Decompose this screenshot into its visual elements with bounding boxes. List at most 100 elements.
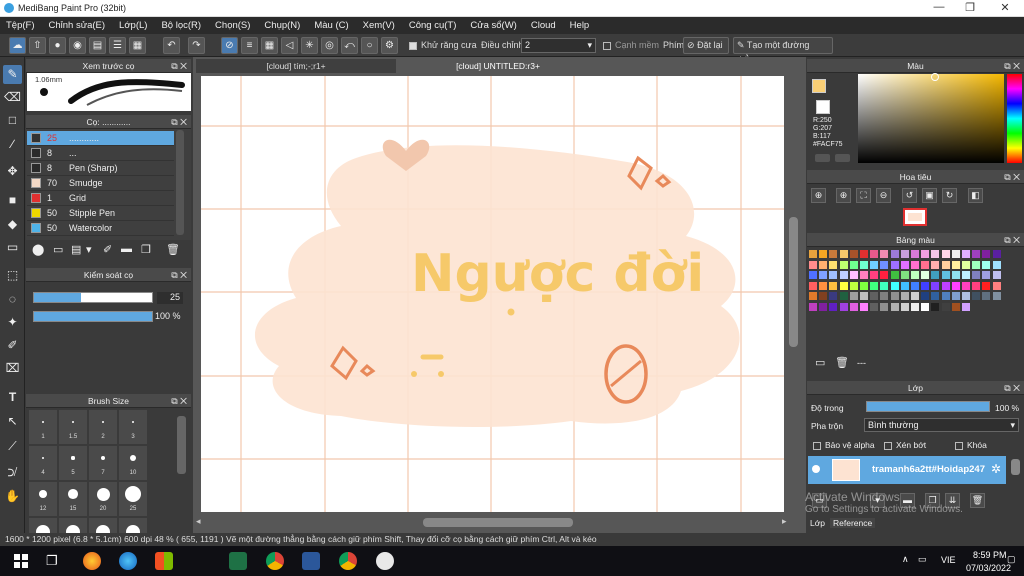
clock-date[interactable]: 07/03/2022 [966, 563, 1011, 573]
palette-swatch[interactable] [982, 292, 991, 300]
white-swatch[interactable] [816, 100, 830, 114]
palette-swatch[interactable] [809, 250, 817, 258]
close-button[interactable]: ✕ [990, 1, 1020, 14]
brush-item[interactable]: 8 Pen (Sharp) [27, 161, 174, 176]
palette-swatch[interactable] [839, 302, 848, 311]
copy-brush-icon[interactable]: ▤ [71, 243, 81, 256]
palette-swatch[interactable] [911, 281, 919, 290]
palette-swatch[interactable] [931, 250, 940, 258]
brush-size-cell[interactable]: 25 [119, 482, 147, 516]
palette-add-icon[interactable]: ▭ [815, 356, 825, 369]
palette-swatch[interactable] [931, 292, 940, 300]
palette-swatch[interactable] [951, 302, 960, 311]
clock-time[interactable]: 8:59 PM [973, 550, 1007, 560]
new-brush-icon[interactable]: ▭ [53, 243, 63, 256]
palette-swatch[interactable] [880, 281, 889, 290]
word-icon[interactable] [302, 552, 320, 570]
line-tool-icon[interactable]: ∕ [3, 135, 22, 154]
palette-swatch[interactable] [829, 260, 838, 269]
menu-snap[interactable]: Chụp(N) [264, 20, 300, 31]
chat-icon[interactable]: ◉ [69, 37, 86, 54]
palette-swatch[interactable] [819, 250, 828, 258]
layer-settings-icon[interactable]: ✲ [991, 462, 1001, 476]
palette-swatch[interactable] [931, 281, 940, 290]
gradient-tool-icon[interactable]: ▭ [3, 238, 22, 257]
notification-icon[interactable]: ▢ [1007, 554, 1016, 565]
brush-size-cell[interactable]: 7 [89, 446, 117, 480]
palette-swatch[interactable] [870, 281, 879, 290]
palette-swatch[interactable] [809, 260, 817, 269]
trash-icon[interactable]: 🗑 [166, 243, 180, 256]
palette-swatch[interactable] [900, 250, 909, 258]
scroll-left-icon[interactable]: ◂ [196, 516, 201, 527]
brush-size-cell[interactable]: 12 [29, 482, 57, 516]
palette-swatch[interactable] [860, 271, 868, 279]
palette-swatch[interactable] [972, 292, 981, 300]
palette-swatch[interactable] [941, 271, 950, 279]
palette-swatch[interactable] [890, 250, 899, 258]
dropper-icon[interactable]: ⟉ [3, 463, 22, 482]
tab-layers[interactable]: Lớp [810, 518, 825, 528]
rotate-left-icon[interactable]: ↺ [902, 188, 917, 203]
palette-swatch[interactable] [992, 292, 1001, 300]
palette-swatch[interactable] [941, 250, 950, 258]
chrome-icon[interactable] [266, 552, 284, 570]
minimize-button[interactable]: — [924, 1, 954, 13]
brush-item[interactable]: 8... [27, 146, 174, 161]
palette-swatch[interactable] [860, 292, 868, 300]
palette-swatch[interactable] [972, 250, 981, 258]
palette-swatch[interactable] [809, 281, 817, 290]
brush-item[interactable]: 50 Stipple Pen [27, 206, 174, 221]
add-brush-icon[interactable]: ⬤ [32, 243, 44, 256]
palette-swatch[interactable] [982, 250, 991, 258]
palette-swatch[interactable] [900, 281, 909, 290]
rectangle-tool-icon[interactable]: ■ [3, 191, 22, 210]
palette-swatch[interactable] [900, 260, 909, 269]
palette-swatch[interactable] [829, 281, 838, 290]
palette-swatch[interactable] [860, 281, 868, 290]
panel-close-icon[interactable]: ⧉ ✕ [1004, 59, 1020, 73]
list-icon[interactable]: ☰ [109, 37, 126, 54]
hand-tool-icon[interactable]: ✋ [3, 487, 22, 506]
palette-swatch[interactable] [860, 250, 868, 258]
palette-swatch[interactable] [880, 292, 889, 300]
palette-swatch[interactable] [992, 271, 1001, 279]
palette-swatch[interactable] [972, 260, 981, 269]
palette-swatch[interactable] [809, 271, 817, 279]
comment-icon[interactable]: ● [49, 37, 66, 54]
brush-item[interactable]: 70 Smudge [27, 176, 174, 191]
settings-icon[interactable]: ⚙ [381, 37, 398, 54]
snap-vanish-icon[interactable]: ◁ [281, 37, 298, 54]
palette-swatch[interactable] [890, 292, 899, 300]
panel-close-icon[interactable]: ⧉ ✕ [1004, 381, 1020, 395]
fill-tool-icon[interactable]: ◆ [3, 215, 22, 234]
palette-swatch[interactable] [962, 302, 970, 311]
antialias-toggle[interactable]: Khử răng cưa [409, 40, 477, 50]
palette-swatch[interactable] [951, 292, 960, 300]
palette-swatch[interactable] [931, 260, 940, 269]
palette-swatch[interactable] [962, 281, 970, 290]
palette-swatch[interactable] [849, 250, 858, 258]
color-picker-square[interactable] [858, 74, 1004, 163]
flip-icon[interactable]: ◧ [968, 188, 983, 203]
soft-edge-toggle[interactable]: Cạnh mềm [603, 40, 659, 50]
palette-swatch[interactable] [880, 302, 889, 311]
brush-size-cell[interactable]: 10 [119, 446, 147, 480]
clipping-checkbox[interactable]: Xén bớt [884, 440, 926, 450]
visibility-icon[interactable] [812, 465, 820, 473]
palette-swatch[interactable] [829, 292, 838, 300]
menu-file[interactable]: Tệp(F) [6, 20, 35, 31]
edge-icon[interactable] [119, 552, 137, 570]
grid-icon[interactable]: ▦ [129, 37, 146, 54]
palette-swatch[interactable] [880, 260, 889, 269]
brush-size-cell[interactable]: 1 [29, 410, 57, 444]
palette-swatch[interactable] [829, 250, 838, 258]
brush-list-scrollbar[interactable] [176, 130, 184, 235]
menu-window[interactable]: Cửa sổ(W) [470, 20, 516, 31]
palette-swatch[interactable] [819, 302, 828, 311]
palette-swatch[interactable] [911, 250, 919, 258]
palette-swatch[interactable] [982, 271, 991, 279]
brush-size-cell[interactable]: 4 [29, 446, 57, 480]
palette-swatch[interactable] [962, 260, 970, 269]
horizontal-scrollbar[interactable] [423, 518, 573, 527]
